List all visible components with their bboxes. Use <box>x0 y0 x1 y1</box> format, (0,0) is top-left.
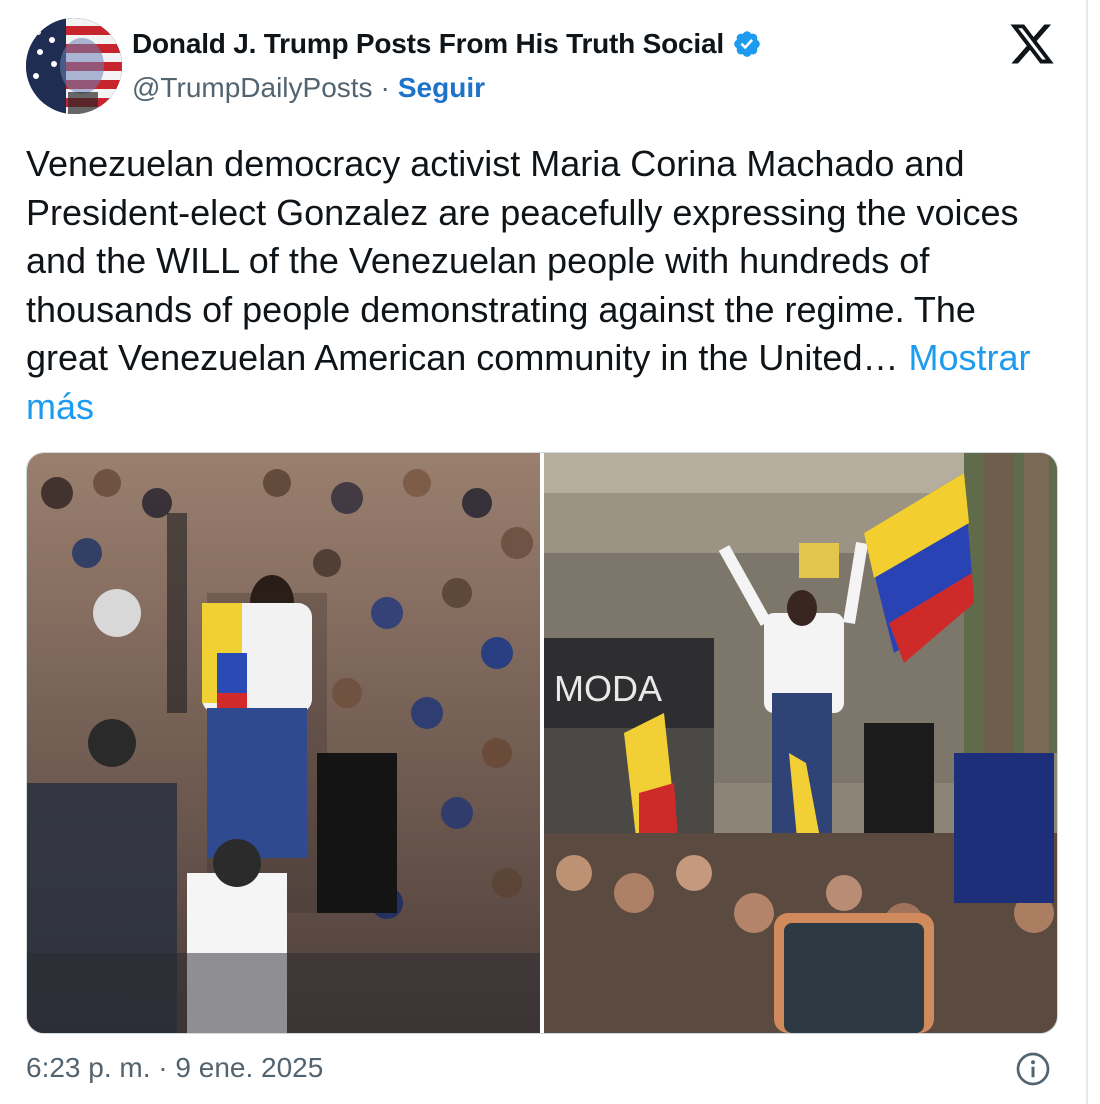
author-handle[interactable]: @TrumpDailyPosts <box>132 72 373 104</box>
verified-badge-icon <box>734 31 760 57</box>
moda-sign-text: MODA <box>554 668 662 709</box>
x-logo-icon[interactable] <box>1008 20 1056 68</box>
author-handle-row: @TrumpDailyPosts · Seguir <box>132 72 485 104</box>
rally-photo-flag[interactable]: MODA <box>544 453 1057 1033</box>
rally-photo-crowd[interactable] <box>27 453 540 1033</box>
author-avatar[interactable] <box>26 18 122 114</box>
post-timestamp[interactable]: 6:23 p. m. · 9 ene. 2025 <box>26 1052 323 1084</box>
tweet-text-block: Venezuelan democracy activist Maria Cori… <box>26 140 1066 431</box>
author-name-row: Donald J. Trump Posts From His Truth Soc… <box>132 28 762 60</box>
flag-rally-photo-image: MODA <box>544 453 1057 1033</box>
separator-dot: · <box>380 72 390 103</box>
crowd-photo-image <box>27 453 540 1033</box>
media-grid[interactable]: MODA <box>26 452 1058 1034</box>
author-name[interactable]: Donald J. Trump Posts From His Truth Soc… <box>132 28 724 60</box>
tweet-text: Venezuelan democracy activist Maria Cori… <box>26 143 1019 378</box>
stars-and-stripes-portrait-avatar-icon <box>26 18 122 114</box>
info-icon[interactable] <box>1015 1051 1051 1087</box>
follow-link[interactable]: Seguir <box>398 72 485 104</box>
post-card: Donald J. Trump Posts From His Truth Soc… <box>0 0 1088 1104</box>
